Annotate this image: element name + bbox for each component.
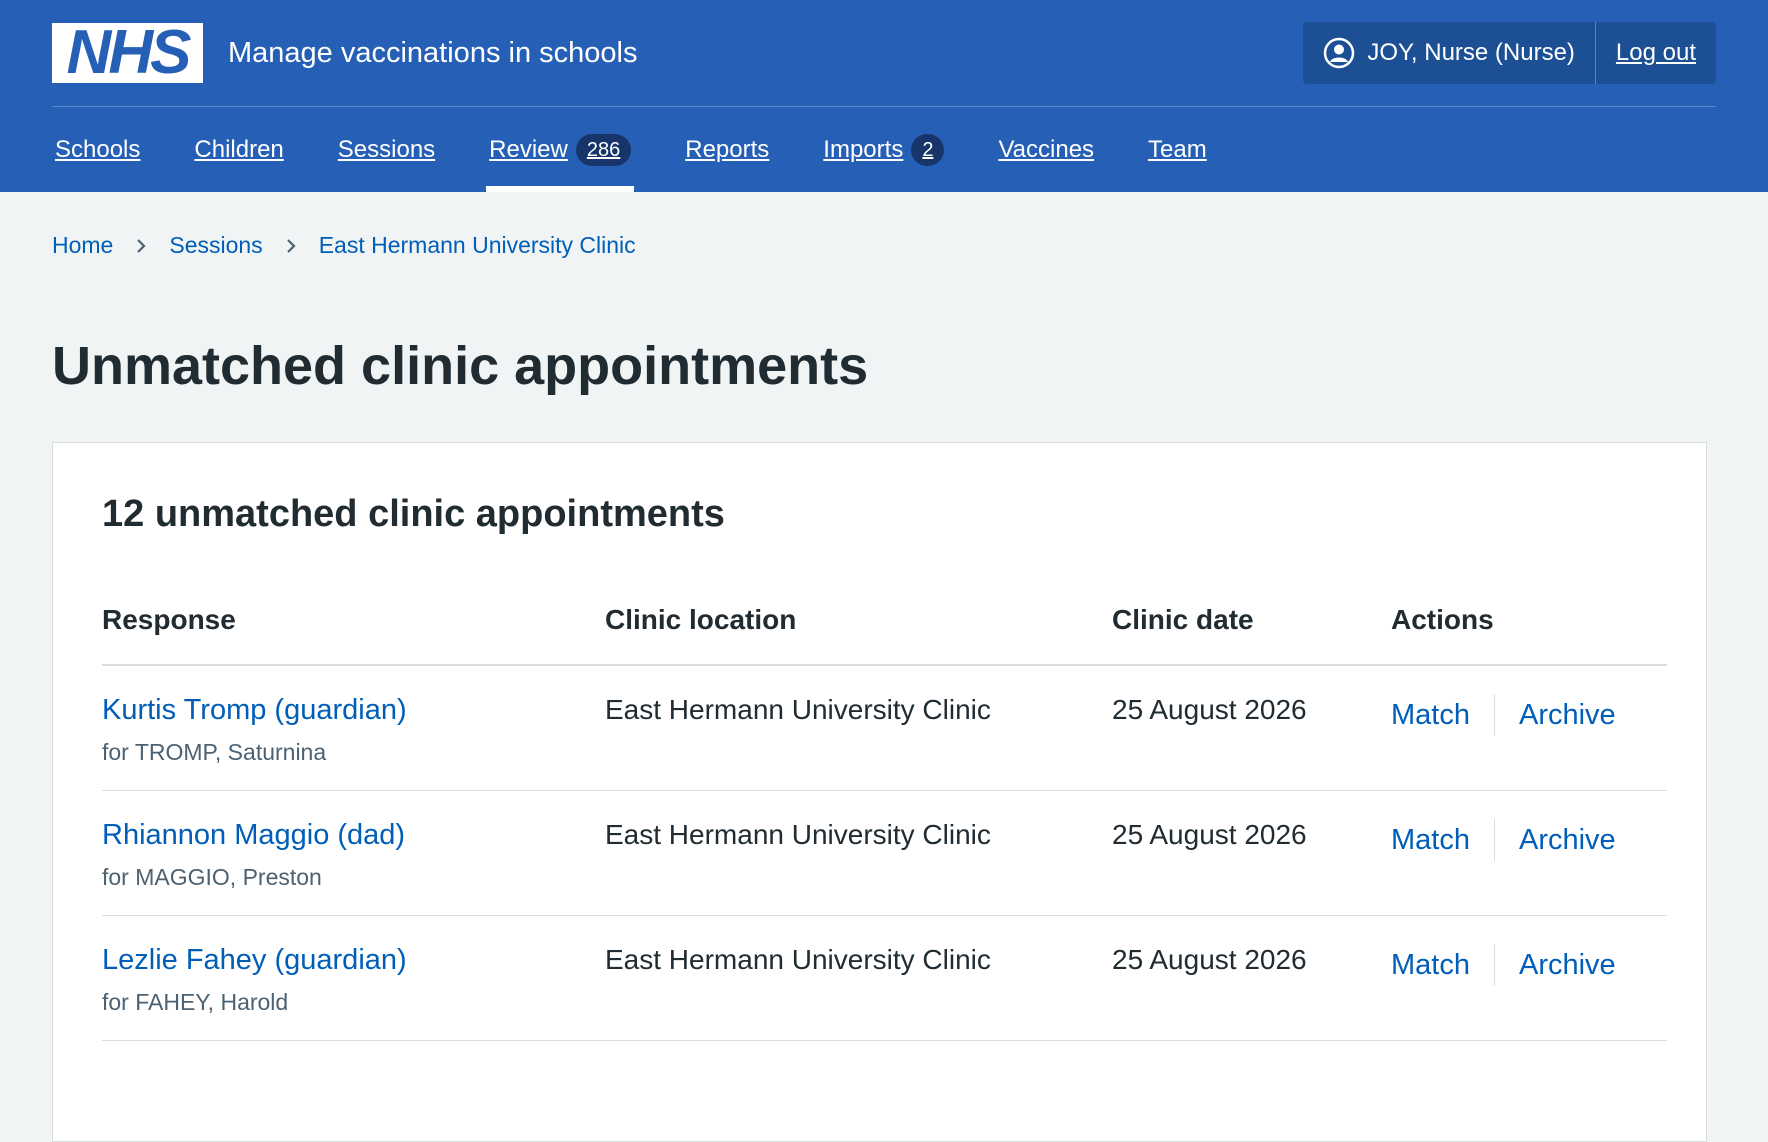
site-header: NHS Manage vaccinations in schools JOY, … [0,0,1768,192]
nav-item-label: Vaccines [998,135,1095,163]
column-header-location: Clinic location [605,604,1112,666]
row-actions: Match Archive [1391,694,1667,736]
table-row: Rhiannon Maggio (dad) for MAGGIO, Preston… [102,790,1667,916]
response-link[interactable]: Kurtis Tromp (guardian) [102,694,407,726]
account-user: JOY, Nurse (Nurse) [1303,22,1596,84]
column-header-response: Response [102,604,605,666]
clinic-location-cell: East Hermann University Clinic [605,790,1112,916]
response-cell: Rhiannon Maggio (dad) for MAGGIO, Preston [102,790,605,916]
nav-item-schools[interactable]: Schools [55,107,140,192]
archive-link[interactable]: Archive [1519,699,1616,732]
page-title: Unmatched clinic appointments [52,336,869,396]
table-row: Kurtis Tromp (guardian) for TROMP, Saturn… [102,665,1667,791]
clinic-date-cell: 25 August 2026 [1112,790,1391,916]
nav-item-label: Team [1148,135,1207,163]
response-child: for MAGGIO, Preston [102,864,322,890]
brand[interactable]: NHS Manage vaccinations in schools [52,18,637,87]
breadcrumb-sessions[interactable]: Sessions [169,232,262,259]
primary-nav: Schools Children Sessions Review 286 Reports I… [55,107,1716,192]
account-user-label: JOY, Nurse (Nurse) [1367,39,1575,66]
clinic-location-cell: East Hermann University Clinic [605,665,1112,791]
breadcrumb: Home Sessions East Hermann University Cl… [0,192,1768,259]
breadcrumb-clinic[interactable]: East Hermann University Clinic [319,232,636,259]
chevron-right-icon [285,238,297,254]
nhs-logo[interactable]: NHS [52,18,203,87]
response-cell: Lezlie Fahey (guardian) for FAHEY, Harold [102,915,605,1041]
nav-item-label: Imports [823,135,904,163]
archive-link[interactable]: Archive [1519,949,1616,982]
nav-count-badge: 286 [575,133,632,166]
actions-cell: Match Archive [1391,915,1667,1041]
table-header-row: Response Clinic location Clinic date Act… [102,604,1667,666]
match-link[interactable]: Match [1391,824,1470,857]
action-divider [1493,819,1495,861]
nav-item-sessions[interactable]: Sessions [338,107,435,192]
appointments-table: Response Clinic location Clinic date Act… [102,604,1667,1041]
action-divider [1493,694,1495,736]
response-child: for FAHEY, Harold [102,989,289,1015]
nav-item-team[interactable]: Team [1148,107,1207,192]
nav-item-label: Schools [55,135,141,163]
appointments-card: 12 unmatched clinic appointments Respons… [52,442,1707,1142]
row-actions: Match Archive [1391,819,1667,861]
response-link[interactable]: Lezlie Fahey (guardian) [102,944,407,976]
nav-item-vaccines[interactable]: Vaccines [998,107,1094,192]
actions-cell: Match Archive [1391,665,1667,791]
header-top: NHS Manage vaccinations in schools JOY, … [52,0,1716,107]
card-heading: 12 unmatched clinic appointments [102,493,725,535]
chevron-right-icon [135,238,147,254]
archive-link[interactable]: Archive [1519,824,1616,857]
nav-item-label: Children [194,135,284,163]
response-cell: Kurtis Tromp (guardian) for TROMP, Saturn… [102,665,605,791]
row-actions: Match Archive [1391,944,1667,986]
table-row: Lezlie Fahey (guardian) for FAHEY, Harold… [102,915,1667,1041]
nav-item-label: Review [489,135,568,163]
nav-count-badge: 2 [911,133,945,166]
action-divider [1493,944,1495,986]
response-child: for TROMP, Saturnina [102,739,327,765]
clinic-location-cell: East Hermann University Clinic [605,915,1112,1041]
nav-item-review[interactable]: Review 286 [486,107,635,192]
breadcrumb-home[interactable]: Home [52,232,113,259]
nhs-logo-text: NHS [66,18,192,87]
logout-link[interactable]: Log out [1596,22,1716,84]
user-circle-icon [1323,37,1355,69]
nav-item-children[interactable]: Children [194,107,283,192]
actions-cell: Match Archive [1391,790,1667,916]
clinic-date-cell: 25 August 2026 [1112,915,1391,1041]
nav-item-imports[interactable]: Imports 2 [823,107,945,192]
match-link[interactable]: Match [1391,949,1470,982]
column-header-actions: Actions [1391,604,1667,666]
column-header-date: Clinic date [1112,604,1391,666]
clinic-date-cell: 25 August 2026 [1112,665,1391,791]
nav-item-label: Sessions [337,135,436,163]
nav-item-reports[interactable]: Reports [685,107,769,192]
account-panel: JOY, Nurse (Nurse) Log out [1303,22,1716,84]
service-name[interactable]: Manage vaccinations in schools [228,37,637,70]
nav-item-label: Reports [685,135,770,163]
response-link[interactable]: Rhiannon Maggio (dad) [102,819,405,851]
match-link[interactable]: Match [1391,699,1470,732]
